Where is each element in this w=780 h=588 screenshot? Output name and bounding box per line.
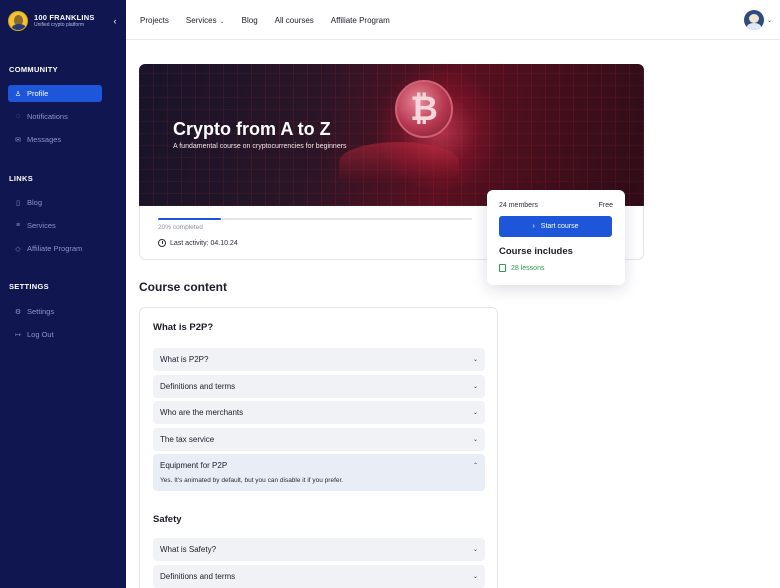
bell-icon: ◌ (15, 113, 21, 120)
start-course-button[interactable]: › Start course (499, 216, 612, 237)
start-course-label: Start course (540, 223, 579, 230)
chevron-down-icon: ⌄ (472, 357, 478, 363)
members-count: 24 members (499, 202, 538, 209)
accordion-label: The tax service (160, 435, 215, 444)
sidebar-item-messages[interactable]: ✉ Messages (8, 131, 102, 148)
accordion-item[interactable]: What is Safety? ⌄ (153, 538, 485, 561)
top-bar: Projects Services ⌄ Blog All courses Affi… (126, 0, 780, 40)
brand-name: 100 FRANKLINS (34, 12, 95, 22)
top-nav: Projects Services ⌄ Blog All courses Affi… (140, 0, 407, 40)
price-label: Free (598, 202, 613, 209)
course-subtitle: A fundamental course on cryptocurrencies… (173, 143, 347, 150)
brand: 100 FRANKLINS Unified crypto platform ‹ (8, 10, 120, 32)
nav-projects[interactable]: Projects (140, 16, 169, 25)
sidebar-item-label: Messages (27, 135, 62, 144)
section-title-links: LINKS (9, 174, 33, 183)
logout-icon: ↦ (15, 331, 21, 339)
accordion-label: Equipment for P2P (160, 461, 228, 470)
accordion-label: Definitions and terms (160, 572, 236, 581)
list-icon: ≡ (15, 222, 21, 229)
chevron-left-icon: ‹ (113, 16, 117, 26)
mail-icon: ✉ (15, 136, 21, 144)
brand-tagline: Unified crypto platform (34, 22, 85, 29)
sidebar-item-services[interactable]: ≡ Services (8, 217, 102, 234)
nav-services[interactable]: Services ⌄ (186, 16, 225, 25)
accordion-item[interactable]: Definitions and terms ⌄ (153, 565, 485, 588)
clock-icon (158, 239, 166, 247)
sidebar-item-label: Profile (27, 89, 49, 98)
nav-all-courses[interactable]: All courses (275, 16, 314, 25)
sidebar-item-logout[interactable]: ↦ Log Out (8, 326, 102, 343)
chevron-down-icon: ⌄ (472, 574, 478, 580)
section-title-settings: SETTINGS (9, 282, 49, 291)
accordion-item[interactable]: The tax service ⌄ (153, 428, 485, 451)
accordion-label: Definitions and terms (160, 382, 236, 391)
sidebar-item-blog[interactable]: ▯ Blog (8, 194, 102, 211)
sidebar-item-label: Notifications (27, 112, 68, 121)
course-content-panel: What is P2P? What is P2P? ⌄ Definitions a… (139, 307, 498, 588)
accordion-label: What is Safety? (160, 545, 217, 554)
sidebar-item-label: Log Out (27, 330, 54, 339)
chevron-down-icon: ⌄ (472, 410, 478, 416)
lessons-count: 28 lessons (499, 264, 544, 272)
accordion-label: What is P2P? (160, 355, 209, 364)
avatar (743, 10, 764, 30)
accordion-item-open[interactable]: Equipment for P2P ⌃ Yes. It's animated by… (153, 454, 485, 491)
sidebar-item-label: Affiliate Program (27, 244, 83, 253)
nav-blog[interactable]: Blog (242, 16, 258, 25)
bitcoin-icon: ₿ (395, 80, 453, 138)
accordion-item[interactable]: Definitions and terms ⌄ (153, 375, 485, 398)
accordion-item[interactable]: What is P2P? ⌄ (153, 348, 485, 371)
sidebar-item-settings[interactable]: ⚙ Settings (8, 303, 102, 320)
book-icon (499, 264, 506, 272)
sidebar-item-affiliate[interactable]: ◇ Affiliate Program (8, 240, 102, 257)
sidebar: 100 FRANKLINS Unified crypto platform ‹ … (0, 0, 126, 588)
course-hero: ₿ Crypto from A to Z A fundamental cours… (139, 64, 644, 206)
course-includes-title: Course includes (499, 246, 573, 257)
document-icon: ▯ (16, 199, 20, 207)
user-menu[interactable]: ⌄ (743, 10, 772, 30)
progress-label: 20% completed (158, 224, 203, 231)
hand-illustration (339, 142, 459, 182)
gear-icon: ⚙ (14, 308, 22, 316)
accordion-item[interactable]: Who are the merchants ⌄ (153, 401, 485, 424)
collapse-sidebar-button[interactable]: ‹ (110, 16, 120, 26)
lessons-label: 28 lessons (511, 264, 545, 272)
sidebar-item-profile[interactable]: ♙ Profile (8, 85, 102, 102)
progress-bar-fill (158, 218, 221, 220)
sidebar-item-label: Blog (27, 198, 43, 207)
last-activity: Last activity: 04.10.24 (158, 239, 238, 247)
accordion-body: Yes. It's animated by default, but you c… (160, 477, 344, 484)
sidebar-item-notifications[interactable]: ◌ Notifications (8, 108, 102, 125)
user-icon: ♙ (14, 90, 22, 98)
course-card: 24 members Free › Start course Course in… (487, 190, 625, 285)
diamond-icon: ◇ (15, 245, 21, 253)
chevron-down-icon: ⌄ (472, 384, 478, 390)
chevron-up-icon: ⌃ (472, 463, 478, 469)
course-title: Crypto from A to Z (173, 119, 331, 139)
course-content-title: Course content (139, 280, 228, 294)
chevron-right-icon: › (532, 223, 535, 230)
chevron-down-icon: ⌄ (766, 17, 772, 24)
last-activity-text: Last activity: 04.10.24 (170, 239, 238, 247)
chevron-down-icon: ⌄ (219, 18, 225, 25)
nav-services-label: Services (185, 15, 217, 25)
section-title: Safety (153, 514, 182, 525)
nav-affiliate-program[interactable]: Affiliate Program (331, 16, 390, 25)
progress-bar (158, 218, 472, 220)
brand-logo (8, 11, 28, 31)
accordion-label: Who are the merchants (160, 408, 244, 417)
sidebar-item-label: Settings (27, 307, 55, 316)
chevron-down-icon: ⌄ (472, 547, 478, 553)
sidebar-item-label: Services (27, 221, 56, 230)
chevron-down-icon: ⌄ (472, 437, 478, 443)
section-title-community: COMMUNITY (9, 65, 58, 74)
section-title: What is P2P? (153, 322, 214, 333)
